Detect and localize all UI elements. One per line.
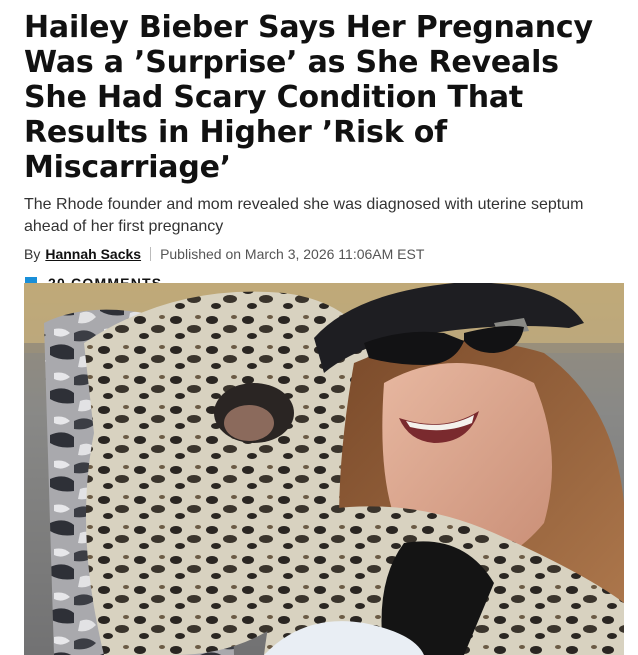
author-link[interactable]: Hannah Sacks	[45, 245, 141, 263]
byline: By Hannah Sacks Published on March 3, 20…	[24, 245, 624, 263]
byline-divider	[150, 247, 152, 261]
article-headline: Hailey Bieber Says Her Pregnancy Was a ’…	[24, 10, 593, 185]
article-header: Hailey Bieber Says Her Pregnancy Was a ’…	[24, 0, 624, 295]
published-date: Published on March 3, 2026 11:06AM EST	[160, 246, 425, 262]
article-hero-image	[24, 283, 624, 655]
byline-by-label: By	[24, 246, 41, 262]
article-dek: The Rhode founder and mom revealed she w…	[24, 196, 584, 235]
